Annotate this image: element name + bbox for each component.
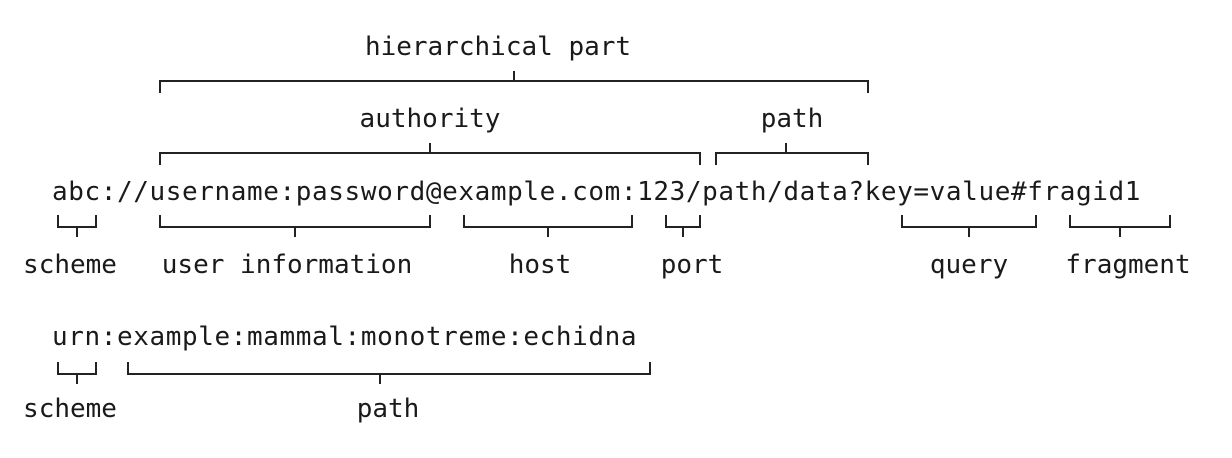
scheme-label-2: scheme xyxy=(23,394,117,424)
uri-example-2: urn:example:mammal:monotreme:echidna xyxy=(52,322,638,352)
query-bracket xyxy=(901,215,1037,237)
uri-syntax-diagram: hierarchical part authority path abc://u… xyxy=(0,0,1232,458)
user-information-bracket xyxy=(159,215,431,237)
port-bracket xyxy=(665,215,701,237)
scheme-label-1: scheme xyxy=(23,250,117,280)
path-top-bracket xyxy=(715,143,869,165)
scheme-bracket-1 xyxy=(57,215,97,237)
host-bracket xyxy=(463,215,633,237)
hierarchical-part-bracket xyxy=(159,71,869,93)
fragment-label: fragment xyxy=(1065,250,1191,280)
user-information-label: user information xyxy=(161,250,413,280)
host-label: host xyxy=(508,250,572,280)
authority-bracket xyxy=(159,143,701,165)
hierarchical-part-label: hierarchical part xyxy=(364,32,632,62)
path-label-top: path xyxy=(760,104,824,134)
query-label: query xyxy=(929,250,1009,280)
uri-example-1: abc://username:password@example.com:123/… xyxy=(52,177,1141,207)
path-label-2: path xyxy=(356,394,420,424)
scheme-bracket-2 xyxy=(57,362,97,384)
authority-label: authority xyxy=(359,104,501,134)
fragment-bracket xyxy=(1069,215,1171,237)
bracket-lines xyxy=(57,71,1171,384)
port-label: port xyxy=(660,250,724,280)
path-bracket-2 xyxy=(127,362,651,384)
